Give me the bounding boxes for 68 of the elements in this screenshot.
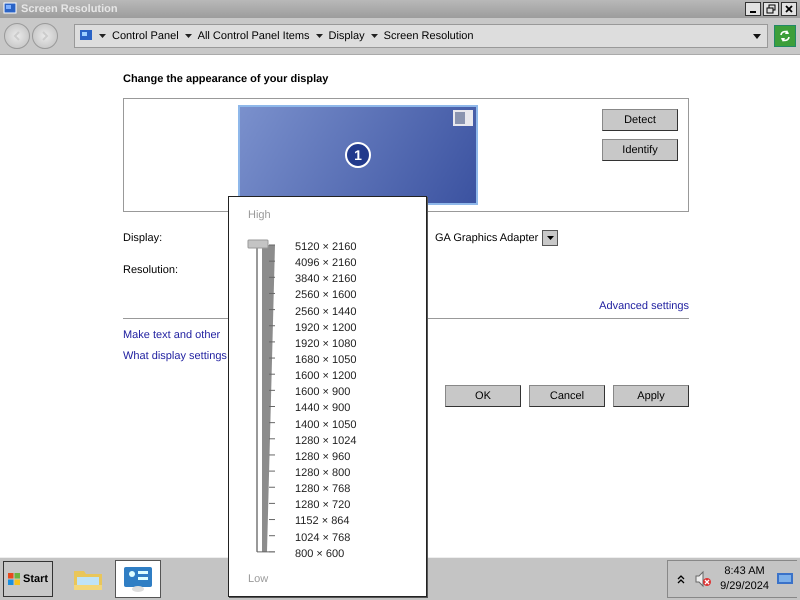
display-dropdown[interactable]: GA Graphics Adapter — [433, 229, 558, 247]
minimize-icon — [750, 11, 756, 13]
monitor-number: 1 — [345, 142, 371, 168]
resolution-option[interactable]: 1280 × 800 — [295, 464, 350, 482]
address-bar[interactable]: Control Panel All Control Panel Items Display Screen Resolution — [74, 24, 768, 48]
resolution-option[interactable]: 1280 × 720 — [295, 497, 350, 514]
control-panel-taskbar-button[interactable] — [115, 560, 161, 598]
resolution-option[interactable]: 1152 × 864 — [295, 513, 350, 530]
control-panel-icon — [122, 565, 154, 593]
monitor-icon — [79, 29, 93, 43]
high-label: High — [248, 209, 271, 223]
resolution-option[interactable]: 1440 × 900 — [295, 400, 350, 417]
help-link[interactable]: Make text and other — [123, 329, 220, 341]
breadcrumb-item[interactable]: Screen Resolution — [384, 30, 474, 42]
resolution-option[interactable]: 1024 × 768 — [295, 530, 350, 546]
dialog-button[interactable]: Cancel — [529, 385, 605, 407]
refresh-button[interactable] — [774, 25, 796, 47]
resolution-option[interactable]: 1600 × 900 — [295, 384, 350, 400]
resolution-option[interactable]: 4096 × 2160 — [295, 255, 356, 272]
resolution-option[interactable]: 1600 × 1200 — [295, 368, 356, 384]
panel-button[interactable]: Detect — [602, 109, 678, 131]
dropdown-arrow-icon[interactable] — [753, 34, 761, 38]
field-label: Display: — [123, 232, 162, 244]
help-link[interactable]: What display settings — [123, 350, 227, 362]
breadcrumb-item[interactable]: All Control Panel Items — [198, 30, 310, 42]
monitor-icon — [3, 2, 17, 16]
monitor-tile[interactable]: 1 — [238, 105, 478, 205]
resolution-option[interactable]: 1280 × 1024 — [295, 432, 356, 449]
resolution-option[interactable]: 800 × 600 — [295, 546, 344, 562]
speaker-muted-icon[interactable] — [694, 570, 712, 588]
restore-button[interactable] — [763, 2, 779, 16]
dropdown-arrow-icon[interactable] — [184, 34, 192, 38]
clock-time[interactable]: 8:43 AM — [724, 564, 765, 579]
minimize-button[interactable] — [745, 2, 761, 16]
advanced-settings-link[interactable]: Advanced settings — [599, 300, 689, 312]
field-label: Resolution: — [123, 264, 178, 276]
restore-icon — [766, 4, 776, 14]
resolution-option[interactable]: 1400 × 1050 — [295, 416, 356, 433]
resolution-option[interactable]: 1280 × 768 — [295, 481, 350, 498]
dialog-button[interactable]: Apply — [613, 385, 689, 407]
window-icon — [453, 110, 473, 126]
panel-button[interactable]: Identify — [602, 139, 678, 161]
dialog-button[interactable]: OK — [445, 385, 521, 407]
dropdown-arrow-icon[interactable] — [316, 34, 323, 38]
resolution-option[interactable]: 5120 × 2160 — [295, 239, 356, 256]
close-button[interactable] — [781, 2, 797, 16]
dropdown-arrow-icon[interactable] — [99, 34, 106, 38]
chevron-icon[interactable] — [676, 574, 686, 584]
low-label: Low — [248, 573, 268, 587]
resolution-option[interactable]: 1680 × 1050 — [295, 352, 356, 368]
section-heading: Change the appearance of your display — [123, 73, 330, 87]
breadcrumb-item[interactable]: Display — [328, 30, 365, 42]
resolution-option[interactable]: 1920 × 1200 — [295, 320, 356, 336]
dropdown-arrow-icon[interactable] — [370, 34, 378, 38]
show-desktop-icon[interactable] — [777, 572, 793, 586]
resolution-option[interactable]: 1920 × 1080 — [295, 336, 356, 352]
clock-date[interactable]: 9/29/2024 — [720, 579, 769, 594]
resolution-option[interactable]: 3840 × 2160 — [295, 271, 356, 288]
resolution-option[interactable]: 1280 × 960 — [295, 448, 350, 465]
window-title: Screen Resolution — [21, 3, 118, 15]
resolution-option[interactable]: 2560 × 1600 — [295, 287, 356, 304]
start-button[interactable]: Start — [3, 561, 53, 597]
slider-thumb[interactable] — [248, 240, 268, 248]
resolution-option[interactable]: 2560 × 1440 — [295, 304, 356, 320]
windows-flag-icon — [7, 572, 21, 586]
refresh-icon — [778, 29, 792, 43]
breadcrumb-item[interactable]: Control Panel — [112, 30, 179, 42]
close-icon — [784, 4, 794, 14]
